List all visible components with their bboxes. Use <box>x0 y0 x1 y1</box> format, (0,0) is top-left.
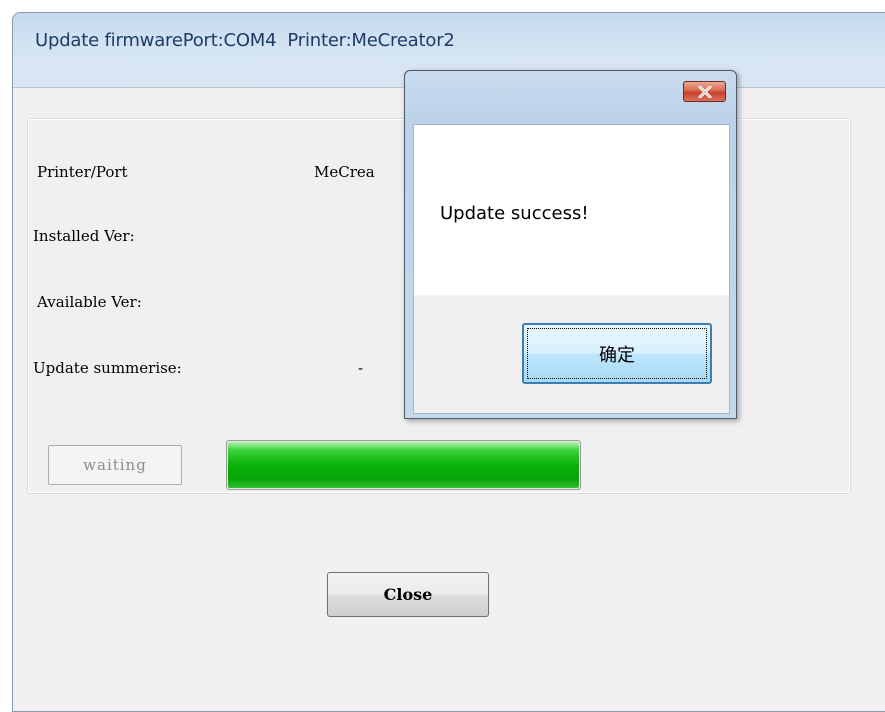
message-text: Update success! <box>440 203 589 224</box>
printer-port-label: Printer/Port <box>37 163 128 181</box>
progress-fill <box>228 442 579 488</box>
message-area: Update success! <box>414 125 729 295</box>
message-box-content: Update success! 确定 <box>413 124 730 414</box>
message-box-close-button[interactable] <box>683 81 726 102</box>
waiting-button[interactable]: waiting <box>48 445 182 485</box>
update-summary-value: - <box>358 359 364 377</box>
window-title: Update firmwarePort:COM4 Printer:MeCreat… <box>35 30 455 51</box>
ok-button[interactable]: 确定 <box>522 323 712 384</box>
available-ver-label: Available Ver: <box>37 293 142 311</box>
update-progress-bar <box>226 440 581 490</box>
close-button[interactable]: Close <box>327 572 489 617</box>
ok-button-label: 确定 <box>599 344 635 366</box>
update-summary-label: Update summerise: <box>33 359 182 377</box>
installed-ver-label: Installed Ver: <box>33 227 135 245</box>
close-icon <box>698 85 711 98</box>
printer-port-value: MeCrea <box>314 163 375 181</box>
message-box: Update success! 确定 <box>404 70 737 419</box>
